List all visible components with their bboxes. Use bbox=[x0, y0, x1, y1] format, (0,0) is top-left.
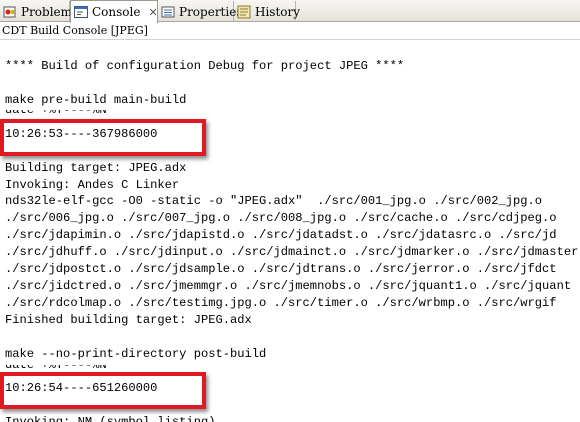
console-title: CDT Build Console [JPEG] bbox=[0, 22, 580, 40]
history-icon bbox=[236, 4, 252, 20]
properties-icon bbox=[160, 4, 176, 20]
tab-label: Properties bbox=[179, 4, 243, 19]
console-line: ./src/jdapimin.o ./src/jdapistd.o ./src/… bbox=[5, 228, 557, 242]
tab-properties[interactable]: Properties bbox=[158, 1, 242, 22]
view-tab-bar: Problems Console ✕ Properties History bbox=[0, 0, 580, 23]
tab-problems[interactable]: Problems bbox=[0, 1, 78, 22]
console-line: ./src/jidctred.o ./src/jmemmgr.o ./src/j… bbox=[5, 279, 572, 293]
console-line-partial: date +%T----%N bbox=[5, 110, 305, 118]
console-line: Finished building target: JPEG.adx bbox=[5, 313, 252, 327]
console-line: date +%T----%N bbox=[5, 110, 107, 117]
console-line: make pre-build main-build bbox=[5, 93, 187, 107]
console-line: ./src/jdhuff.o ./src/jdinput.o ./src/jdm… bbox=[5, 245, 579, 259]
console-output[interactable]: **** Build of configuration Debug for pr… bbox=[0, 41, 580, 422]
console-line: make --no-print-directory post-build bbox=[5, 347, 267, 361]
console-line: ./src/rdcolmap.o ./src/testimg.jpg.o ./s… bbox=[5, 296, 557, 310]
highlight-box bbox=[0, 372, 206, 409]
close-icon[interactable]: ✕ bbox=[148, 6, 157, 19]
console-line: **** Build of configuration Debug for pr… bbox=[5, 59, 405, 73]
tab-label: History bbox=[255, 4, 301, 19]
tab-console[interactable]: Console ✕ bbox=[70, 0, 158, 23]
console-line: Invoking: Andes C Linker bbox=[5, 178, 180, 192]
tab-label: Console bbox=[92, 5, 141, 19]
highlight-box bbox=[0, 119, 206, 156]
problems-icon bbox=[2, 4, 18, 20]
tab-history[interactable]: History bbox=[234, 1, 300, 22]
console-line: nds32le-elf-gcc -O0 -static -o "JPEG.adx… bbox=[5, 194, 543, 208]
console-line: ./src/006_jpg.o ./src/007_jpg.o ./src/00… bbox=[5, 211, 557, 225]
console-line: Building target: JPEG.adx bbox=[5, 161, 187, 175]
console-icon bbox=[73, 4, 89, 20]
console-line: ./src/jdpostct.o ./src/jdsample.o ./src/… bbox=[5, 262, 557, 276]
console-line: Invoking: NM (symbol listing) bbox=[5, 415, 216, 422]
